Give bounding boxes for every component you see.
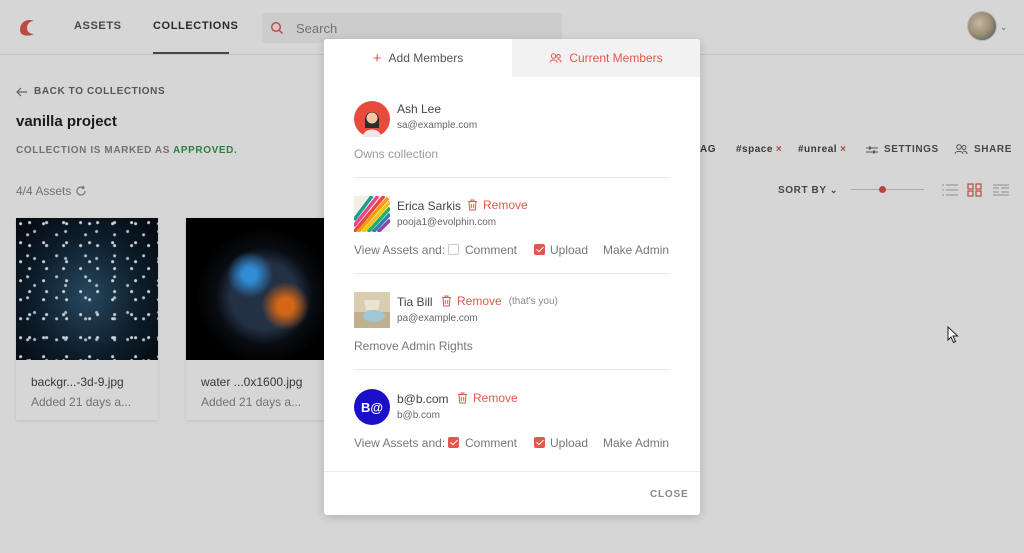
divider (354, 369, 670, 370)
avatar (354, 101, 390, 137)
comment-checkbox[interactable] (448, 437, 459, 448)
trash-icon (468, 199, 477, 211)
tab-add-members[interactable]: + Add Members (324, 39, 512, 77)
upload-label: Upload (550, 243, 589, 257)
member-name: Ash Lee (397, 102, 442, 116)
member-name: b@b.com (397, 392, 449, 406)
trash-icon (442, 295, 451, 307)
divider (354, 273, 670, 274)
tab-add-members-label: Add Members (388, 51, 464, 65)
remove-member-button[interactable]: Remove (457, 391, 518, 405)
remove-member-button[interactable]: Remove (467, 198, 528, 212)
member-email: pooja1@evolphin.com (397, 217, 497, 228)
member-tia-bill: Tia Bill Remove (that's you) pa@example.… (354, 292, 670, 353)
mouse-cursor-icon (947, 326, 959, 344)
remove-label: Remove (483, 198, 528, 212)
remove-admin-rights-button[interactable]: Remove Admin Rights (354, 339, 473, 353)
comment-label: Comment (465, 436, 518, 450)
comment-label: Comment (465, 243, 518, 257)
member-email: b@b.com (397, 410, 440, 421)
tab-current-members[interactable]: Current Members (512, 39, 700, 77)
member-email: pa@example.com (397, 313, 478, 324)
close-button[interactable]: CLOSE (650, 489, 688, 500)
trash-icon (458, 392, 467, 404)
member-b-at-b: B@ b@b.com Remove b@b.com View Assets an… (354, 389, 670, 452)
comment-checkbox[interactable] (448, 244, 459, 255)
upload-label: Upload (550, 436, 589, 450)
upload-checkbox[interactable] (534, 437, 545, 448)
permission-row: View Assets and: Comment Upload Make Adm… (354, 436, 670, 452)
avatar: B@ (354, 389, 390, 425)
member-name: Tia Bill (397, 295, 433, 309)
avatar (354, 292, 390, 328)
remove-label: Remove (457, 294, 502, 308)
upload-checkbox[interactable] (534, 244, 545, 255)
make-admin-button[interactable]: Make Admin (603, 436, 669, 450)
remove-label: Remove (473, 391, 518, 405)
member-erica-sarkis: Erica Sarkis Remove pooja1@evolphin.com … (354, 196, 670, 259)
make-admin-button[interactable]: Make Admin (603, 243, 669, 257)
owner-role-text: Owns collection (354, 147, 439, 161)
permission-label: View Assets and: (354, 436, 446, 450)
footer-divider (324, 471, 700, 472)
permission-label: View Assets and: (354, 243, 446, 257)
plus-icon: + (372, 49, 382, 67)
people-icon (549, 53, 562, 63)
tab-current-members-label: Current Members (569, 51, 663, 65)
permission-row: View Assets and: Comment Upload Make Adm… (354, 243, 670, 259)
member-owner: Ash Lee sa@example.com Owns collection (354, 101, 670, 161)
member-name: Erica Sarkis (397, 199, 462, 213)
divider (354, 177, 670, 178)
current-user-note: (that's you) (508, 295, 558, 307)
member-email: sa@example.com (397, 120, 478, 131)
members-dialog: + Add Members Current Members Ash Lee sa… (324, 39, 700, 515)
avatar (354, 196, 390, 232)
remove-member-button[interactable]: Remove (that's you) (441, 294, 558, 308)
